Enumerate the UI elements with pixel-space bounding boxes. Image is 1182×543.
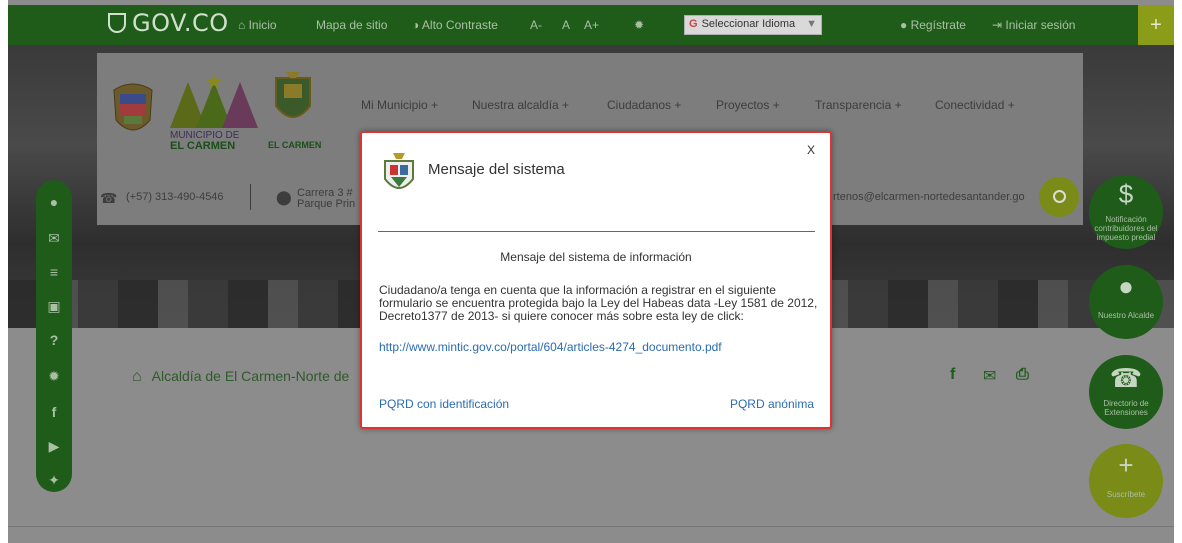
- social-sidebar: ● ✉ ≡ ▣ ? ✹ f ▶ ✦: [36, 180, 72, 492]
- nuestro-alcalde-label: Nuestro Alcalde: [1097, 311, 1155, 320]
- notificacion-button[interactable]: $ Notificación contribuidores del impues…: [1089, 175, 1163, 249]
- colombia-crest-icon: [113, 83, 153, 131]
- inicio-label: Inicio: [248, 18, 277, 32]
- municipal-crest-icon: [384, 153, 414, 189]
- alcaldia-label: EL CARMEN: [268, 140, 322, 150]
- dialog-subtitle: Mensaje del sistema de información: [500, 250, 692, 264]
- menu-transparencia[interactable]: Transparencia +: [815, 98, 902, 112]
- facebook-share-icon[interactable]: f: [950, 366, 955, 384]
- phone-book-icon: ☎: [1109, 363, 1143, 393]
- system-message-dialog: X Mensaje del sistema Mensaje del sistem…: [360, 131, 832, 429]
- dialog-body: Ciudadano/a tenga en cuenta que la infor…: [379, 283, 818, 323]
- nuestro-alcalde-button[interactable]: ● Nuestro Alcalde: [1089, 265, 1163, 339]
- register-link[interactable]: ● Regístrate: [900, 18, 966, 32]
- suscribete-button[interactable]: + Suscríbete: [1089, 444, 1163, 518]
- breadcrumb-text: Alcaldía de El Carmen-Norte de: [151, 368, 350, 384]
- login-label: Iniciar sesión: [1005, 18, 1076, 32]
- dialog-title: Mensaje del sistema: [428, 161, 565, 178]
- govco-shield-icon: [108, 13, 126, 33]
- home-icon: ⌂: [238, 18, 249, 32]
- contrast-icon: ◑: [412, 18, 422, 32]
- chevron-down-icon: ▼: [806, 18, 817, 30]
- window-border-left: [0, 0, 8, 543]
- menu-ciudadanos[interactable]: Ciudadanos +: [607, 98, 681, 112]
- settings-icon[interactable]: ✹: [36, 368, 72, 385]
- pqrd-anonymous-link[interactable]: PQRD anónima: [730, 397, 814, 411]
- contraste-label: Alto Contraste: [421, 18, 498, 32]
- menu-mi-municipio[interactable]: Mi Municipio +: [361, 98, 438, 112]
- question-icon[interactable]: ?: [36, 332, 72, 348]
- inicio-link[interactable]: ⌂ Inicio: [238, 18, 277, 32]
- top-bar: GOV.CO ⌂ Inicio Mapa de sitio ◑ Alto Con…: [8, 5, 1174, 45]
- register-label: Regístrate: [910, 18, 966, 32]
- content-divider: [8, 526, 1174, 527]
- close-button[interactable]: X: [802, 141, 820, 159]
- font-normal-button[interactable]: A: [562, 18, 570, 32]
- money-icon[interactable]: ▣: [36, 298, 72, 315]
- govco-logo-text: GOV.CO: [132, 9, 229, 37]
- facebook-icon[interactable]: f: [36, 404, 72, 420]
- menu-nuestra-alcaldia[interactable]: Nuestra alcaldía +: [472, 98, 569, 112]
- person-icon: ●: [1118, 271, 1134, 301]
- expand-button[interactable]: +: [1138, 5, 1174, 45]
- alcaldia-logo[interactable]: EL CARMEN: [268, 72, 321, 150]
- login-link[interactable]: ⇥ Iniciar sesión: [992, 18, 1075, 32]
- twitter-icon[interactable]: ✦: [36, 472, 72, 489]
- print-icon[interactable]: ⎙: [1016, 366, 1029, 384]
- font-increase-button[interactable]: A+: [584, 18, 599, 32]
- municipio-logo[interactable]: MUNICIPIO DE EL CARMEN: [170, 72, 260, 152]
- money-hand-icon: $: [1118, 179, 1134, 209]
- home-icon: ⌂: [132, 368, 142, 385]
- address-line-2: Parque Prin: [297, 198, 356, 210]
- menu-conectividad[interactable]: Conectividad +: [935, 98, 1015, 112]
- sign-in-icon: ⇥: [992, 18, 1006, 32]
- contraste-link[interactable]: ◑ Alto Contraste: [412, 18, 498, 32]
- menu-proyectos[interactable]: Proyectos +: [716, 98, 780, 112]
- govco-logo[interactable]: GOV.CO: [108, 9, 229, 37]
- notificacion-label: Notificación contribuidores del impuesto…: [1094, 215, 1158, 242]
- contact-divider: [250, 184, 251, 210]
- directorio-label: Directorio de Extensiones: [1103, 399, 1149, 417]
- language-select[interactable]: G Seleccionar Idioma ▼: [684, 15, 822, 35]
- suscribete-label: Suscríbete: [1106, 490, 1146, 499]
- user-icon[interactable]: ●: [36, 194, 72, 210]
- location-pin-icon: ⬤: [276, 189, 292, 205]
- directorio-button[interactable]: ☎ Directorio de Extensiones: [1089, 355, 1163, 429]
- municipio-label-2: EL CARMEN: [170, 140, 236, 152]
- add-user-icon: +: [1118, 450, 1134, 480]
- alcaldia-shield-icon: [275, 72, 311, 118]
- page: GOV.CO ⌂ Inicio Mapa de sitio ◑ Alto Con…: [0, 0, 1182, 543]
- mountains-icon: [170, 74, 258, 128]
- search-button[interactable]: [1039, 177, 1079, 217]
- list-icon[interactable]: ≡: [36, 264, 72, 280]
- youtube-icon[interactable]: ▶: [36, 438, 72, 455]
- mapa-link[interactable]: Mapa de sitio: [316, 18, 387, 32]
- language-select-label: Seleccionar Idioma: [701, 18, 796, 30]
- breadcrumb[interactable]: ⌂ Alcaldía de El Carmen-Norte de: [132, 368, 349, 386]
- email-share-icon[interactable]: ✉: [983, 366, 996, 386]
- habeas-data-link[interactable]: http://www.mintic.gov.co/portal/604/arti…: [379, 340, 722, 354]
- font-decrease-button[interactable]: A-: [530, 18, 542, 32]
- gear-icon[interactable]: ✹: [634, 18, 644, 32]
- google-icon: G: [689, 18, 698, 30]
- window-border-right: [1174, 0, 1182, 543]
- pqrd-identified-link[interactable]: PQRD con identificación: [379, 397, 509, 411]
- phone-number: (+57) 313-490-4546: [126, 191, 224, 203]
- phone-icon: ☎: [100, 190, 118, 206]
- mail-icon[interactable]: ✉: [36, 230, 72, 247]
- user-icon: ●: [900, 18, 911, 32]
- email-address[interactable]: rtenos@elcarmen-nortedesantander.go: [833, 191, 1025, 203]
- dialog-divider: [378, 231, 815, 232]
